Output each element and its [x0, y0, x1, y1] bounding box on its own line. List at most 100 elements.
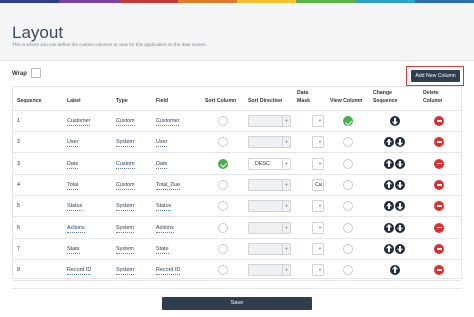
sort-direction-select[interactable]: ▾ — [248, 200, 291, 213]
header-data-mask-line1: Data — [297, 90, 309, 96]
sort-direction-select[interactable]: ▾ — [248, 264, 291, 277]
move-down-icon[interactable] — [395, 222, 405, 233]
row-sequence: 3 — [17, 160, 20, 167]
row-type-link[interactable]: System — [116, 224, 134, 233]
row-label-link[interactable]: Record ID — [67, 266, 92, 276]
table-row: 2 User System User ▾ ▾ — [13, 132, 461, 154]
move-up-icon[interactable] — [390, 265, 400, 276]
row-label-link[interactable]: Status — [67, 202, 83, 212]
row-label-link[interactable]: User — [67, 138, 79, 148]
row-label-link[interactable]: State — [67, 245, 80, 254]
header-sort-column: Sort Column — [205, 98, 237, 104]
row-field-link[interactable]: State — [156, 245, 169, 254]
sort-direction-select[interactable]: ▾ — [248, 115, 291, 127]
delete-column-icon[interactable] — [434, 243, 444, 254]
wrap-checkbox[interactable] — [31, 68, 41, 78]
row-type-link[interactable]: System — [116, 245, 134, 254]
delete-column-icon[interactable] — [434, 222, 444, 233]
row-label-link[interactable]: Actions — [67, 224, 85, 233]
row-sequence: 4 — [17, 181, 20, 188]
data-mask-select[interactable]: Cu ▾ — [312, 178, 324, 191]
chevron-down-icon: ▾ — [318, 203, 322, 209]
row-sequence: 7 — [17, 245, 20, 252]
sort-column-radio[interactable] — [218, 137, 228, 148]
move-up-icon[interactable] — [384, 158, 394, 169]
data-mask-select[interactable]: ▾ — [312, 264, 324, 277]
header-change-sequence-line2: Sequence — [373, 98, 398, 104]
move-down-icon[interactable] — [395, 158, 405, 169]
row-field-link[interactable]: Total_Due — [156, 181, 181, 190]
sort-direction-select[interactable]: ▾ — [248, 242, 291, 255]
view-column-radio[interactable] — [343, 116, 353, 126]
move-down-icon[interactable] — [390, 116, 400, 126]
row-type-link[interactable]: Custom — [116, 160, 135, 169]
sort-column-radio[interactable] — [218, 158, 228, 169]
row-label-link[interactable]: Date — [67, 160, 79, 169]
row-field-link[interactable]: Record ID — [156, 266, 181, 276]
data-mask-select[interactable]: ▾ — [312, 157, 324, 170]
sort-column-radio[interactable] — [218, 201, 228, 212]
table-row: 6 Actions System Actions ▾ ▾ — [13, 218, 461, 239]
data-mask-select[interactable]: ▾ — [312, 115, 324, 127]
sort-column-radio[interactable] — [218, 222, 228, 233]
move-up-icon[interactable] — [384, 222, 394, 233]
view-column-radio[interactable] — [343, 222, 353, 233]
add-new-column-button[interactable]: Add New Column — [411, 70, 460, 82]
delete-column-icon[interactable] — [434, 158, 444, 169]
move-down-icon[interactable] — [395, 179, 405, 190]
sort-column-radio[interactable] — [218, 243, 228, 254]
move-up-icon[interactable] — [384, 243, 394, 254]
move-up-icon[interactable] — [384, 201, 394, 212]
save-button[interactable]: Save — [162, 297, 312, 310]
table-row: 1 Customer Custom Customer ▾ ▾ — [13, 111, 461, 132]
move-down-icon[interactable] — [395, 201, 405, 212]
delete-column-icon[interactable] — [434, 179, 444, 190]
row-field-link[interactable]: User — [156, 138, 168, 148]
row-label-link[interactable]: Customer — [67, 117, 91, 126]
chevron-down-icon: ▾ — [318, 160, 322, 166]
sort-column-radio[interactable] — [218, 265, 228, 276]
header-type: Type — [116, 98, 128, 104]
delete-column-icon[interactable] — [434, 116, 444, 126]
row-field-link[interactable]: Status — [156, 202, 172, 212]
row-field-link[interactable]: Customer — [156, 117, 180, 126]
view-column-radio[interactable] — [343, 137, 353, 148]
row-type-link[interactable]: System — [116, 202, 134, 212]
page-header: Layout This is where you can define the … — [0, 3, 474, 61]
chevron-down-icon: ▾ — [282, 265, 290, 276]
data-mask-select[interactable]: ▾ — [312, 136, 324, 149]
chevron-down-icon: ▾ — [318, 267, 322, 273]
data-mask-select[interactable]: ▾ — [312, 221, 324, 234]
row-label-link[interactable]: Total — [67, 181, 79, 190]
row-field-link[interactable]: Actions — [156, 224, 174, 233]
sort-column-radio[interactable] — [218, 179, 228, 190]
sort-column-radio[interactable] — [218, 116, 228, 126]
view-column-radio[interactable] — [343, 265, 353, 276]
view-column-radio[interactable] — [343, 201, 353, 212]
sort-direction-select[interactable]: ▾ — [248, 221, 291, 234]
view-column-radio[interactable] — [343, 179, 353, 190]
delete-column-icon[interactable] — [434, 137, 444, 148]
delete-column-icon[interactable] — [434, 265, 444, 276]
move-up-icon[interactable] — [384, 137, 394, 148]
view-column-radio[interactable] — [343, 158, 353, 169]
delete-column-icon[interactable] — [434, 201, 444, 212]
row-sequence: 1 — [17, 118, 20, 124]
table-row: 8 Record ID System Record ID ▾ ▾ — [13, 260, 461, 282]
move-up-icon[interactable] — [384, 179, 394, 190]
sort-direction-select[interactable]: ▾ — [248, 136, 291, 149]
row-type-link[interactable]: System — [116, 266, 134, 276]
data-mask-select[interactable]: ▾ — [312, 200, 324, 213]
data-mask-select[interactable]: ▾ — [312, 242, 324, 255]
move-down-icon[interactable] — [395, 243, 405, 254]
sort-direction-select[interactable]: ▾ — [248, 178, 291, 191]
wrap-label: Wrap — [12, 71, 27, 77]
row-type-link[interactable]: Custom — [116, 117, 135, 126]
page-description: This is where you can define the custom … — [12, 42, 207, 47]
row-type-link[interactable]: System — [116, 138, 134, 148]
row-field-link[interactable]: Date — [156, 160, 168, 169]
row-type-link[interactable]: Custom — [116, 181, 135, 190]
sort-direction-select[interactable]: DESC ▾ — [248, 157, 291, 170]
view-column-radio[interactable] — [343, 243, 353, 254]
move-down-icon[interactable] — [395, 137, 405, 148]
